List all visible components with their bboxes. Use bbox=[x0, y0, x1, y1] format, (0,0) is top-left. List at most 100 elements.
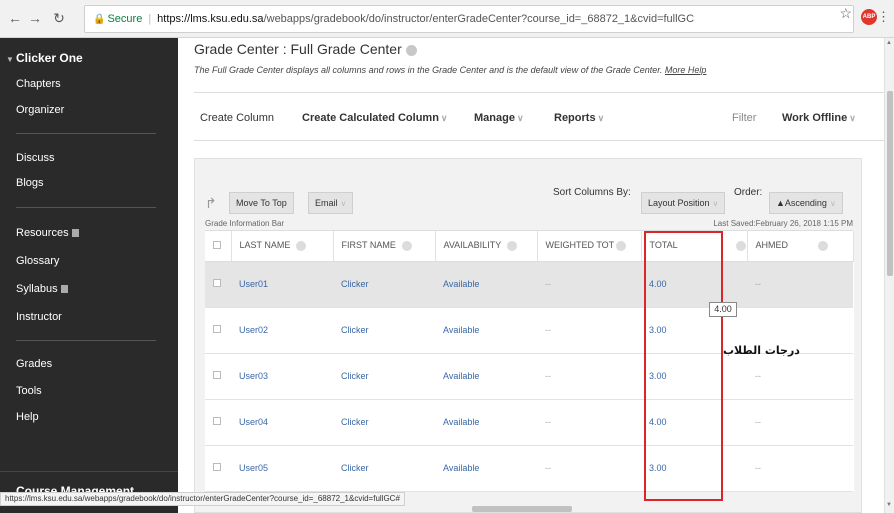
sidebar-item-help[interactable]: Help bbox=[16, 411, 39, 423]
ahmed-cell[interactable]: -- bbox=[747, 399, 853, 446]
reports-menu[interactable]: Reports ∨ bbox=[554, 112, 604, 124]
first-name-cell[interactable]: Clicker bbox=[333, 307, 435, 354]
create-calculated-column-button[interactable]: Create Calculated Column ∨ bbox=[302, 112, 448, 124]
grade-center-grid: ↱ Move To Top Email ∨ Sort Columns By: La… bbox=[194, 158, 862, 513]
info-icon[interactable] bbox=[405, 44, 417, 56]
horizontal-scrollbar-thumb[interactable] bbox=[472, 506, 572, 512]
work-offline-menu[interactable]: Work Offline ∨ bbox=[782, 112, 856, 124]
grade-table: LAST NAME FIRST NAME AVAILABILITY WEIGHT… bbox=[205, 231, 854, 492]
header-divider bbox=[194, 92, 884, 93]
chevron-down-icon: ∨ bbox=[597, 113, 605, 123]
availability-cell[interactable]: Available bbox=[435, 353, 537, 400]
sidebar-item-grades[interactable]: Grades bbox=[16, 358, 52, 370]
sidebar-item-organizer[interactable]: Organizer bbox=[16, 104, 64, 116]
ahmed-cell[interactable]: -- bbox=[747, 445, 853, 492]
weighted-total-cell[interactable]: -- bbox=[537, 261, 641, 308]
more-help-link[interactable]: More Help bbox=[665, 65, 707, 75]
last-name-cell[interactable]: User05 bbox=[231, 445, 333, 492]
sidebar-item-discuss[interactable]: Discuss bbox=[16, 152, 55, 164]
adblock-extension-icon[interactable]: ABP bbox=[861, 9, 877, 25]
availability-cell[interactable]: Available bbox=[435, 307, 537, 354]
layout-position-select[interactable]: Layout Position ∨ bbox=[641, 192, 726, 214]
column-header[interactable]: AVAILABILITY bbox=[435, 231, 538, 262]
reload-icon[interactable]: ↻ bbox=[50, 9, 68, 27]
course-title[interactable]: Clicker One bbox=[16, 51, 83, 65]
select-all-checkbox[interactable] bbox=[213, 240, 221, 249]
chevron-down-icon[interactable]: ▼ bbox=[6, 55, 14, 64]
weighted-total-cell[interactable]: -- bbox=[537, 445, 641, 492]
last-name-cell[interactable]: User01 bbox=[231, 261, 333, 308]
total-column-highlight bbox=[644, 231, 723, 501]
table-row[interactable]: User04 Clicker Available -- 4.00 -- bbox=[205, 399, 853, 446]
availability-cell[interactable]: Available bbox=[435, 399, 537, 446]
sidebar-divider bbox=[16, 340, 156, 341]
last-name-cell[interactable]: User02 bbox=[231, 307, 333, 354]
weighted-total-cell[interactable]: -- bbox=[537, 399, 641, 446]
action-bar: Create Column Create Calculated Column ∨ … bbox=[178, 108, 884, 130]
column-menu-icon[interactable] bbox=[296, 241, 307, 252]
page-description: The Full Grade Center displays all colum… bbox=[194, 65, 707, 75]
sidebar-item-syllabus[interactable]: Syllabus bbox=[16, 283, 68, 295]
sidebar-item-blogs[interactable]: Blogs bbox=[16, 177, 44, 189]
course-sidebar: ▼ Clicker One Chapters Organizer Discuss… bbox=[0, 38, 178, 513]
info-bar-label: Grade Information Bar bbox=[205, 219, 285, 228]
first-name-cell[interactable]: Clicker bbox=[333, 445, 435, 492]
scrollbar-thumb[interactable] bbox=[887, 91, 893, 276]
table-row[interactable]: User05 Clicker Available -- 3.00 -- bbox=[205, 445, 853, 492]
scroll-down-icon[interactable]: ▼ bbox=[886, 502, 892, 508]
manage-menu[interactable]: Manage ∨ bbox=[474, 112, 524, 124]
column-menu-icon[interactable] bbox=[616, 241, 627, 252]
forward-icon[interactable]: → bbox=[26, 9, 44, 27]
filter-button[interactable]: Filter bbox=[732, 112, 756, 124]
lock-icon: 🔒 bbox=[93, 14, 106, 25]
browser-toolbar: ← → ↻ 🔒 Secure | https://lms.ksu.edu.sa/web… bbox=[0, 0, 894, 38]
column-menu-icon[interactable] bbox=[401, 241, 412, 252]
row-checkbox[interactable] bbox=[213, 463, 221, 471]
document-icon bbox=[71, 229, 79, 238]
table-row[interactable]: User01 Clicker Available -- 4.00 -- bbox=[205, 261, 853, 308]
first-name-cell[interactable]: Clicker bbox=[333, 353, 435, 400]
sort-columns-label: Sort Columns By: bbox=[553, 187, 631, 198]
availability-cell[interactable]: Available bbox=[435, 445, 537, 492]
column-header[interactable]: WEIGHTED TOT bbox=[537, 231, 642, 262]
vertical-scrollbar[interactable]: ▲ ▼ bbox=[884, 38, 894, 513]
column-menu-icon[interactable] bbox=[507, 241, 518, 252]
ahmed-cell[interactable]: -- bbox=[747, 353, 853, 400]
create-column-button[interactable]: Create Column bbox=[200, 112, 274, 124]
bookmark-star-icon[interactable]: ☆ bbox=[839, 5, 852, 22]
table-row[interactable]: User03 Clicker Available -- 3.00 -- bbox=[205, 353, 853, 400]
last-name-cell[interactable]: User04 bbox=[231, 399, 333, 446]
sidebar-item-glossary[interactable]: Glossary bbox=[16, 255, 59, 267]
page-title: Grade Center : Full Grade Center bbox=[194, 41, 417, 57]
row-checkbox[interactable] bbox=[213, 371, 221, 379]
column-header[interactable]: FIRST NAME bbox=[333, 231, 436, 262]
sidebar-item-resources[interactable]: Resources bbox=[16, 227, 79, 239]
row-checkbox[interactable] bbox=[213, 279, 221, 287]
first-name-cell[interactable]: Clicker bbox=[333, 261, 435, 308]
row-select-cell bbox=[205, 445, 231, 492]
column-menu-icon[interactable] bbox=[735, 241, 746, 252]
email-button[interactable]: Email ∨ bbox=[308, 192, 354, 214]
sidebar-divider bbox=[16, 207, 156, 208]
last-name-cell[interactable]: User03 bbox=[231, 353, 333, 400]
ahmed-cell[interactable]: -- bbox=[747, 261, 853, 308]
row-checkbox[interactable] bbox=[213, 325, 221, 333]
column-header[interactable]: LAST NAME bbox=[231, 231, 334, 262]
row-checkbox[interactable] bbox=[213, 417, 221, 425]
sidebar-item-instructor[interactable]: Instructor bbox=[16, 311, 62, 323]
scroll-up-icon[interactable]: ▲ bbox=[886, 40, 892, 46]
ascending-select[interactable]: ▲Ascending ∨ bbox=[769, 192, 843, 214]
sidebar-item-tools[interactable]: Tools bbox=[16, 385, 42, 397]
first-name-cell[interactable]: Clicker bbox=[333, 399, 435, 446]
weighted-total-cell[interactable]: -- bbox=[537, 307, 641, 354]
address-bar[interactable]: 🔒 Secure | https://lms.ksu.edu.sa/webapps/g… bbox=[84, 5, 854, 33]
table-header-row: LAST NAME FIRST NAME AVAILABILITY WEIGHT… bbox=[205, 231, 854, 262]
sidebar-item-chapters[interactable]: Chapters bbox=[16, 78, 61, 90]
column-header[interactable]: AHMED bbox=[747, 231, 854, 262]
move-to-top-button[interactable]: Move To Top bbox=[229, 192, 294, 214]
browser-menu-icon[interactable]: ⋮ bbox=[877, 9, 890, 25]
availability-cell[interactable]: Available bbox=[435, 261, 537, 308]
back-icon[interactable]: ← bbox=[6, 9, 24, 27]
weighted-total-cell[interactable]: -- bbox=[537, 353, 641, 400]
column-menu-icon[interactable] bbox=[818, 241, 829, 252]
